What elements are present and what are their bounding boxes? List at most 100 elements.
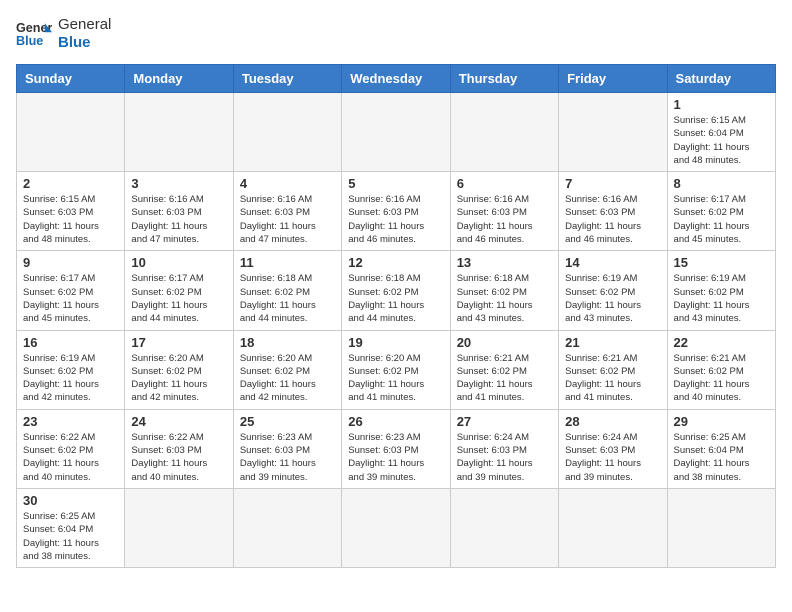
day-number: 24 xyxy=(131,414,226,429)
day-info: Sunrise: 6:17 AM Sunset: 6:02 PM Dayligh… xyxy=(23,272,118,325)
svg-text:Blue: Blue xyxy=(16,34,43,48)
calendar-cell: 30 Sunrise: 6:25 AM Sunset: 6:04 PM Dayli… xyxy=(17,488,125,567)
calendar-cell: 20Sunrise: 6:21 AM Sunset: 6:02 PM Dayli… xyxy=(450,330,558,409)
col-header-wednesday: Wednesday xyxy=(342,65,450,93)
calendar-cell xyxy=(342,93,450,172)
calendar-cell: 28 Sunrise: 6:24 AM Sunset: 6:03 PM Dayli… xyxy=(559,409,667,488)
day-number: 21 xyxy=(565,335,660,350)
calendar-cell xyxy=(450,93,558,172)
calendar-cell xyxy=(559,488,667,567)
calendar-week-row: 1 Sunrise: 6:15 AM Sunset: 6:04 PM Daylig… xyxy=(17,93,776,172)
calendar-cell: 22Sunrise: 6:21 AM Sunset: 6:02 PM Dayli… xyxy=(667,330,775,409)
calendar-cell: 3Sunrise: 6:16 AM Sunset: 6:03 PM Daylig… xyxy=(125,172,233,251)
calendar-cell xyxy=(125,488,233,567)
calendar-week-row: 9 Sunrise: 6:17 AM Sunset: 6:02 PM Daylig… xyxy=(17,251,776,330)
calendar-cell: 24 Sunrise: 6:22 AM Sunset: 6:03 PM Dayli… xyxy=(125,409,233,488)
calendar-cell: 2 Sunrise: 6:15 AM Sunset: 6:03 PM Daylig… xyxy=(17,172,125,251)
day-info: Sunrise: 6:17 AM Sunset: 6:02 PM Dayligh… xyxy=(674,193,769,246)
calendar-week-row: 2 Sunrise: 6:15 AM Sunset: 6:03 PM Daylig… xyxy=(17,172,776,251)
day-number: 26 xyxy=(348,414,443,429)
day-info: Sunrise: 6:20 AM Sunset: 6:02 PM Dayligh… xyxy=(348,352,443,405)
day-info: Sunrise: 6:16 AM Sunset: 6:03 PM Dayligh… xyxy=(240,193,335,246)
calendar-cell: 12Sunrise: 6:18 AM Sunset: 6:02 PM Dayli… xyxy=(342,251,450,330)
day-info: Sunrise: 6:24 AM Sunset: 6:03 PM Dayligh… xyxy=(565,431,660,484)
calendar-cell: 14Sunrise: 6:19 AM Sunset: 6:02 PM Dayli… xyxy=(559,251,667,330)
day-info: Sunrise: 6:23 AM Sunset: 6:03 PM Dayligh… xyxy=(240,431,335,484)
day-number: 10 xyxy=(131,255,226,270)
day-number: 13 xyxy=(457,255,552,270)
day-info: Sunrise: 6:21 AM Sunset: 6:02 PM Dayligh… xyxy=(565,352,660,405)
calendar-cell: 25Sunrise: 6:23 AM Sunset: 6:03 PM Dayli… xyxy=(233,409,341,488)
day-number: 7 xyxy=(565,176,660,191)
calendar-week-row: 16Sunrise: 6:19 AM Sunset: 6:02 PM Dayli… xyxy=(17,330,776,409)
calendar-cell: 1 Sunrise: 6:15 AM Sunset: 6:04 PM Daylig… xyxy=(667,93,775,172)
logo-icon: General Blue xyxy=(16,16,52,52)
day-info: Sunrise: 6:24 AM Sunset: 6:03 PM Dayligh… xyxy=(457,431,552,484)
day-number: 2 xyxy=(23,176,118,191)
day-number: 28 xyxy=(565,414,660,429)
day-number: 5 xyxy=(348,176,443,191)
calendar-cell xyxy=(559,93,667,172)
calendar-cell: 9 Sunrise: 6:17 AM Sunset: 6:02 PM Daylig… xyxy=(17,251,125,330)
day-info: Sunrise: 6:21 AM Sunset: 6:02 PM Dayligh… xyxy=(457,352,552,405)
day-number: 6 xyxy=(457,176,552,191)
calendar-cell: 29 Sunrise: 6:25 AM Sunset: 6:04 PM Dayli… xyxy=(667,409,775,488)
col-header-tuesday: Tuesday xyxy=(233,65,341,93)
day-info: Sunrise: 6:16 AM Sunset: 6:03 PM Dayligh… xyxy=(131,193,226,246)
day-info: Sunrise: 6:18 AM Sunset: 6:02 PM Dayligh… xyxy=(240,272,335,325)
calendar-cell: 27Sunrise: 6:24 AM Sunset: 6:03 PM Dayli… xyxy=(450,409,558,488)
day-info: Sunrise: 6:15 AM Sunset: 6:03 PM Dayligh… xyxy=(23,193,118,246)
day-number: 15 xyxy=(674,255,769,270)
calendar-cell: 23Sunrise: 6:22 AM Sunset: 6:02 PM Dayli… xyxy=(17,409,125,488)
calendar-cell: 10Sunrise: 6:17 AM Sunset: 6:02 PM Dayli… xyxy=(125,251,233,330)
calendar-cell: 17 Sunrise: 6:20 AM Sunset: 6:02 PM Dayli… xyxy=(125,330,233,409)
calendar-header-row: SundayMondayTuesdayWednesdayThursdayFrid… xyxy=(17,65,776,93)
day-number: 22 xyxy=(674,335,769,350)
calendar-cell xyxy=(17,93,125,172)
calendar-cell: 4Sunrise: 6:16 AM Sunset: 6:03 PM Daylig… xyxy=(233,172,341,251)
calendar-cell: 18Sunrise: 6:20 AM Sunset: 6:02 PM Dayli… xyxy=(233,330,341,409)
col-header-thursday: Thursday xyxy=(450,65,558,93)
day-number: 12 xyxy=(348,255,443,270)
calendar-week-row: 30 Sunrise: 6:25 AM Sunset: 6:04 PM Dayli… xyxy=(17,488,776,567)
day-info: Sunrise: 6:16 AM Sunset: 6:03 PM Dayligh… xyxy=(348,193,443,246)
calendar-cell: 21 Sunrise: 6:21 AM Sunset: 6:02 PM Dayli… xyxy=(559,330,667,409)
day-number: 19 xyxy=(348,335,443,350)
col-header-monday: Monday xyxy=(125,65,233,93)
day-number: 23 xyxy=(23,414,118,429)
day-info: Sunrise: 6:18 AM Sunset: 6:02 PM Dayligh… xyxy=(457,272,552,325)
day-info: Sunrise: 6:20 AM Sunset: 6:02 PM Dayligh… xyxy=(240,352,335,405)
day-info: Sunrise: 6:25 AM Sunset: 6:04 PM Dayligh… xyxy=(674,431,769,484)
day-number: 30 xyxy=(23,493,118,508)
day-info: Sunrise: 6:15 AM Sunset: 6:04 PM Dayligh… xyxy=(674,114,769,167)
calendar-cell: 19 Sunrise: 6:20 AM Sunset: 6:02 PM Dayli… xyxy=(342,330,450,409)
day-number: 9 xyxy=(23,255,118,270)
day-info: Sunrise: 6:20 AM Sunset: 6:02 PM Dayligh… xyxy=(131,352,226,405)
col-header-saturday: Saturday xyxy=(667,65,775,93)
day-info: Sunrise: 6:25 AM Sunset: 6:04 PM Dayligh… xyxy=(23,510,118,563)
day-info: Sunrise: 6:23 AM Sunset: 6:03 PM Dayligh… xyxy=(348,431,443,484)
col-header-sunday: Sunday xyxy=(17,65,125,93)
day-info: Sunrise: 6:22 AM Sunset: 6:03 PM Dayligh… xyxy=(131,431,226,484)
calendar-week-row: 23Sunrise: 6:22 AM Sunset: 6:02 PM Dayli… xyxy=(17,409,776,488)
calendar-cell xyxy=(342,488,450,567)
day-info: Sunrise: 6:16 AM Sunset: 6:03 PM Dayligh… xyxy=(457,193,552,246)
day-number: 17 xyxy=(131,335,226,350)
calendar-cell: 11Sunrise: 6:18 AM Sunset: 6:02 PM Dayli… xyxy=(233,251,341,330)
logo: General Blue General Blue xyxy=(16,16,111,52)
logo-blue-text: Blue xyxy=(58,34,111,52)
day-info: Sunrise: 6:19 AM Sunset: 6:02 PM Dayligh… xyxy=(674,272,769,325)
day-number: 8 xyxy=(674,176,769,191)
day-number: 29 xyxy=(674,414,769,429)
day-number: 14 xyxy=(565,255,660,270)
calendar-cell xyxy=(125,93,233,172)
calendar-cell xyxy=(233,93,341,172)
calendar-cell: 15 Sunrise: 6:19 AM Sunset: 6:02 PM Dayli… xyxy=(667,251,775,330)
calendar-cell: 7Sunrise: 6:16 AM Sunset: 6:03 PM Daylig… xyxy=(559,172,667,251)
calendar-cell: 13 Sunrise: 6:18 AM Sunset: 6:02 PM Dayli… xyxy=(450,251,558,330)
calendar-cell: 5 Sunrise: 6:16 AM Sunset: 6:03 PM Daylig… xyxy=(342,172,450,251)
day-number: 1 xyxy=(674,97,769,112)
calendar-table: SundayMondayTuesdayWednesdayThursdayFrid… xyxy=(16,64,776,568)
logo-general-text: General xyxy=(58,16,111,34)
calendar-cell: 6 Sunrise: 6:16 AM Sunset: 6:03 PM Daylig… xyxy=(450,172,558,251)
